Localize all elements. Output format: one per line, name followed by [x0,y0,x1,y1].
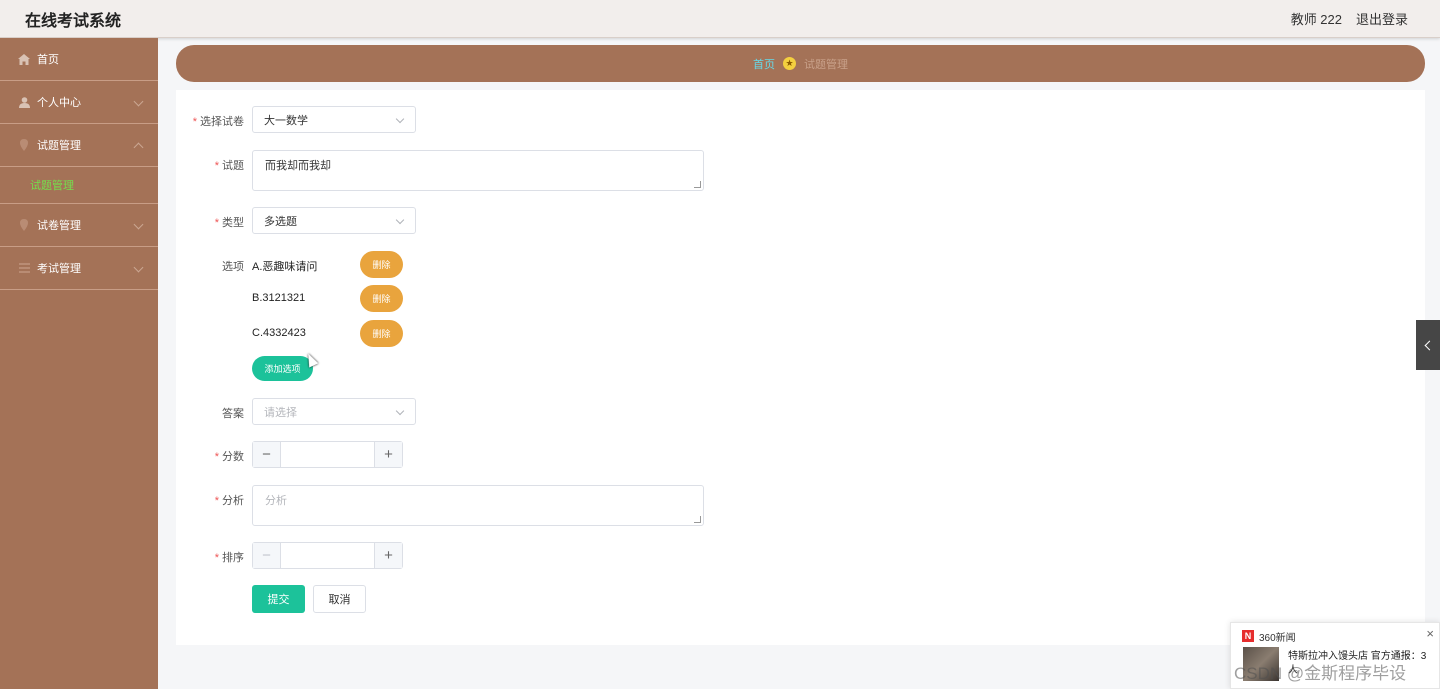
sort-increase-button[interactable]: + [374,543,402,568]
submit-button[interactable]: 提交 [252,585,305,613]
list-icon [18,262,30,274]
breadcrumb-current: 试题管理 [804,58,848,71]
type-label: * 类型 [214,217,244,229]
score-increase-button[interactable]: + [374,442,402,467]
pin-icon [18,219,30,231]
type-select-value: 多选题 [264,215,297,228]
chevron-down-icon [395,215,405,225]
user-icon [18,96,30,108]
answer-label: 答案 [222,408,244,420]
delete-option-b-button[interactable]: 删除 [360,285,403,312]
sidebar-item-paper-management[interactable]: 试卷管理 [0,204,158,247]
question-textarea[interactable]: 而我却而我却 [252,150,704,191]
option-item-a: A.恶趣味请问 [252,261,318,273]
sidebar-item-label: 考试管理 [37,263,81,275]
chevron-down-icon [133,262,144,273]
breadcrumb-home[interactable]: 首页 [753,56,775,72]
analysis-textarea[interactable]: 分析 [252,485,704,526]
resize-handle-icon[interactable] [694,181,701,188]
question-label: * 试题 [214,160,244,172]
analysis-placeholder: 分析 [265,495,287,507]
sort-label: * 排序 [214,552,244,564]
score-label: * 分数 [214,451,244,463]
watermark: CSDN @金斯程序毕设 [1234,664,1407,683]
app-title: 在线考试系统 [25,13,122,30]
chevron-down-icon [133,219,144,230]
score-decrease-button[interactable]: − [253,442,281,467]
sidebar-item-label: 试题管理 [37,140,81,152]
submenu-item-question-management[interactable]: 试题管理 [0,167,158,204]
score-stepper[interactable]: − + [252,441,403,468]
question-text: 而我却而我却 [265,160,331,172]
options-label: 选项 [222,261,244,273]
sidebar-item-exam-management[interactable]: 考试管理 [0,247,158,290]
top-bar: 在线考试系统 教师 222 退出登录 [0,0,1440,38]
paper-label: * 选择试卷 [192,116,244,128]
question-form: * 选择试卷 大一数学 * 试题 而我却而我却 * 类型 多选题 选项 A.恶趣味请问… [176,90,1425,645]
chevron-left-icon [1424,340,1435,350]
chevron-down-icon [395,114,405,124]
sidebar-item-label: 首页 [37,54,59,66]
sidebar-item-personal-center[interactable]: 个人中心 [0,81,158,124]
home-icon [18,53,30,65]
news-logo-icon: N [1242,630,1254,642]
cancel-button[interactable]: 取消 [313,585,366,613]
news-source: 360新闻 [1259,633,1296,644]
sidebar-item-label: 试卷管理 [37,220,81,232]
option-item-b: B.3121321 [252,292,306,304]
pin-icon [18,139,30,151]
resize-handle-icon[interactable] [694,516,701,523]
analysis-label: * 分析 [214,495,244,507]
chevron-up-icon [133,142,144,153]
sort-stepper[interactable]: − + [252,542,403,569]
option-item-c: C.4332423 [252,327,306,339]
chevron-down-icon [395,406,405,416]
paper-select-value: 大一数学 [264,114,308,127]
paper-select[interactable]: 大一数学 [252,106,416,133]
sidebar-item-label: 个人中心 [37,97,81,109]
breadcrumb: 首页 ★ 试题管理 [176,45,1425,82]
side-panel-toggle[interactable] [1416,320,1440,370]
add-option-button[interactable]: 添加选项 [252,356,313,381]
logout-link[interactable]: 退出登录 [1356,9,1408,28]
sort-decrease-button[interactable]: − [253,543,281,568]
chevron-down-icon [133,96,144,107]
score-input[interactable] [281,442,374,467]
sidebar-item-home[interactable]: 首页 [0,38,158,81]
answer-select-placeholder: 请选择 [264,406,297,419]
sidebar-item-question-management[interactable]: 试题管理 [0,124,158,167]
delete-option-c-button[interactable]: 删除 [360,320,403,347]
star-icon: ★ [783,57,796,70]
type-select[interactable]: 多选题 [252,207,416,234]
submenu-item-label: 试题管理 [30,180,74,192]
current-user: 教师 222 [1290,12,1342,27]
delete-option-a-button[interactable]: 删除 [360,251,403,278]
sort-input[interactable] [281,543,374,568]
sidebar: 首页 个人中心 试题管理 试题管理 试卷管理 考试管理 [0,38,158,689]
answer-select[interactable]: 请选择 [252,398,416,425]
close-icon[interactable]: × [1426,626,1434,641]
